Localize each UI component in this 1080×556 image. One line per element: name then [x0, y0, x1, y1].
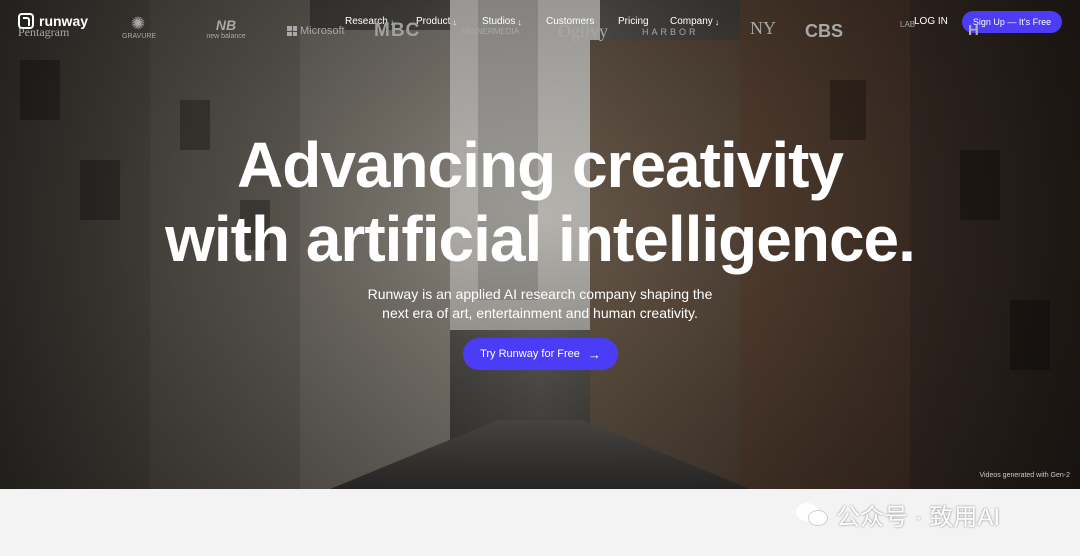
microsoft-text: Microsoft [300, 25, 345, 37]
hero-headline-line2: with artificial intelligence. [165, 203, 916, 275]
new-balance-mark: NB [215, 17, 237, 33]
menu-item-pricing[interactable]: Pricing [618, 16, 670, 27]
microsoft-grid-icon [287, 26, 297, 36]
menu-item-product[interactable]: Product ↓ [416, 16, 482, 27]
brand-logo: H [968, 22, 979, 39]
menu-label: Product [416, 16, 451, 27]
cbs-logo: CBS [805, 21, 844, 41]
top-nav: runway Research ↓ Product ↓ Studios ↓ Custo… [0, 0, 1080, 44]
login-link[interactable]: LOG IN [914, 16, 948, 27]
gravure-logo-text: GRAVURE [122, 33, 157, 40]
menu-label: Pricing [618, 16, 649, 27]
wechat-watermark: 公众号 · 致用AI [796, 497, 1066, 531]
gravure-logo: ✺ GRAVURE [122, 14, 157, 41]
ogilvy-logo: Ogilvy [558, 21, 609, 41]
video-credit: Videos generated with Gen-2 [979, 472, 1070, 479]
cta-label: Try Runway for Free [480, 348, 580, 360]
wechat-icon [796, 501, 830, 527]
hero-subtitle-line2: next era of art, entertainment and human… [382, 305, 698, 321]
menu-item-company[interactable]: Company ↓ [670, 16, 730, 27]
menu-label: Studios [482, 16, 516, 27]
menu-label: Company [670, 16, 713, 27]
microsoft-logo: Microsoft [287, 25, 345, 37]
vaynermedia-logo: VAYNERMEDIA [462, 27, 520, 36]
hero-subtitle-line1: Runway is an applied AI research company… [367, 286, 713, 302]
new-balance-logo: NB new balance [204, 17, 248, 40]
yankees-logo: NY [750, 18, 776, 38]
lab-logo: LAB [900, 20, 916, 29]
harbor-logo: HARBOR [642, 27, 699, 37]
watermark-text: 公众号 · 致用AI [836, 503, 1001, 531]
menu-item-studios[interactable]: Studios ↓ [482, 16, 546, 27]
arrow-down-icon: ↓ [714, 16, 720, 27]
arrow-down-icon: ↓ [452, 16, 457, 27]
gravure-star-icon: ✺ [130, 14, 146, 33]
mbc-logo: MBC [374, 20, 421, 41]
try-runway-button[interactable]: Try Runway for Free → [463, 338, 618, 370]
arrow-right-icon: → [587, 346, 601, 362]
hero-headline-line1: Advancing creativity [237, 129, 844, 201]
arrow-down-icon: ↓ [517, 16, 522, 27]
pentagram-logo: Pentagram [18, 25, 70, 39]
new-balance-text: new balance [206, 33, 246, 40]
hero-subtitle: Runway is an applied AI research company… [0, 285, 1080, 323]
